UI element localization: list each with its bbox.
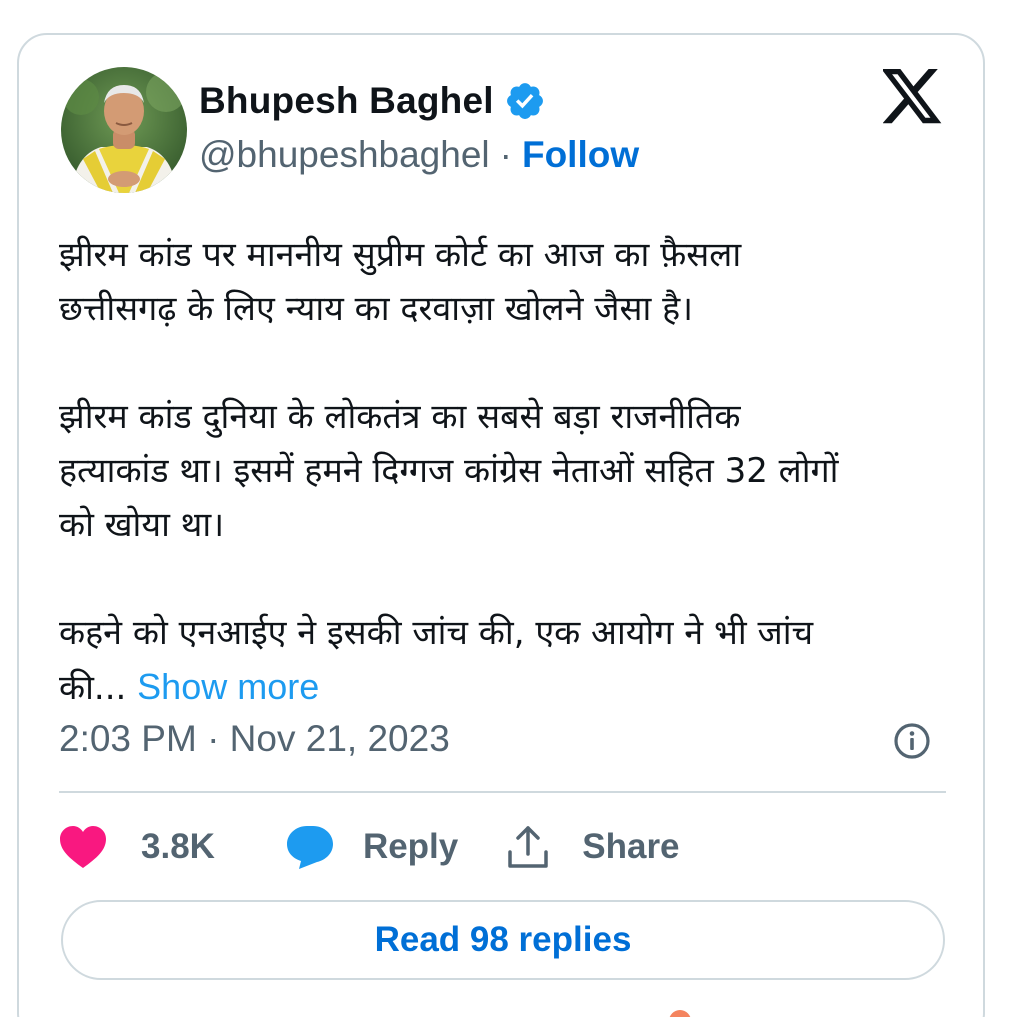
tweet-paragraph: झीरम कांड पर माननीय सुप्रीम कोर्ट का आज … [59,235,742,329]
author-handle-row: @bhupeshbaghel · Follow [199,133,639,177]
tweet-text: झीरम कांड पर माननीय सुप्रीम कोर्ट का आज … [59,228,949,715]
author-handle[interactable]: @bhupeshbaghel [199,134,490,176]
like-count: 3.8K [141,827,215,866]
like-button[interactable]: 3.8K [59,825,215,869]
share-upload-icon [506,824,550,870]
reply-label: Reply [362,827,459,866]
follow-button[interactable]: Follow [522,134,639,176]
author-name-row: Bhupesh Baghel [199,79,546,123]
tweet-timestamp[interactable]: 2:03 PM · Nov 21, 2023 [59,715,450,763]
tweet-paragraph: झीरम कांड दुनिया के लोकतंत्र का सबसे बड़… [59,397,839,545]
info-icon[interactable] [892,721,932,761]
speech-bubble-icon [285,824,335,870]
heart-icon [59,825,107,869]
show-more-link[interactable]: Show more [137,666,319,707]
tweet-paragraph: कहने को एनआईए ने इसकी जांच की, एक आयोग न… [59,606,949,715]
share-label: Share [582,827,680,866]
verified-badge-icon [504,80,546,122]
read-replies-button[interactable]: Read 98 replies [61,900,945,980]
separator-dot: · [499,134,512,175]
x-logo-icon[interactable] [881,69,943,125]
tweet-embed-card: Bhupesh Baghel @bhupeshbaghel · Follow झ… [17,33,985,1017]
author-display-name[interactable]: Bhupesh Baghel [199,80,494,122]
reply-button[interactable]: Reply [285,824,458,870]
avatar[interactable] [61,67,187,193]
action-bar: 3.8K Reply Share [59,817,680,877]
divider [59,791,946,793]
share-button[interactable]: Share [506,824,680,870]
